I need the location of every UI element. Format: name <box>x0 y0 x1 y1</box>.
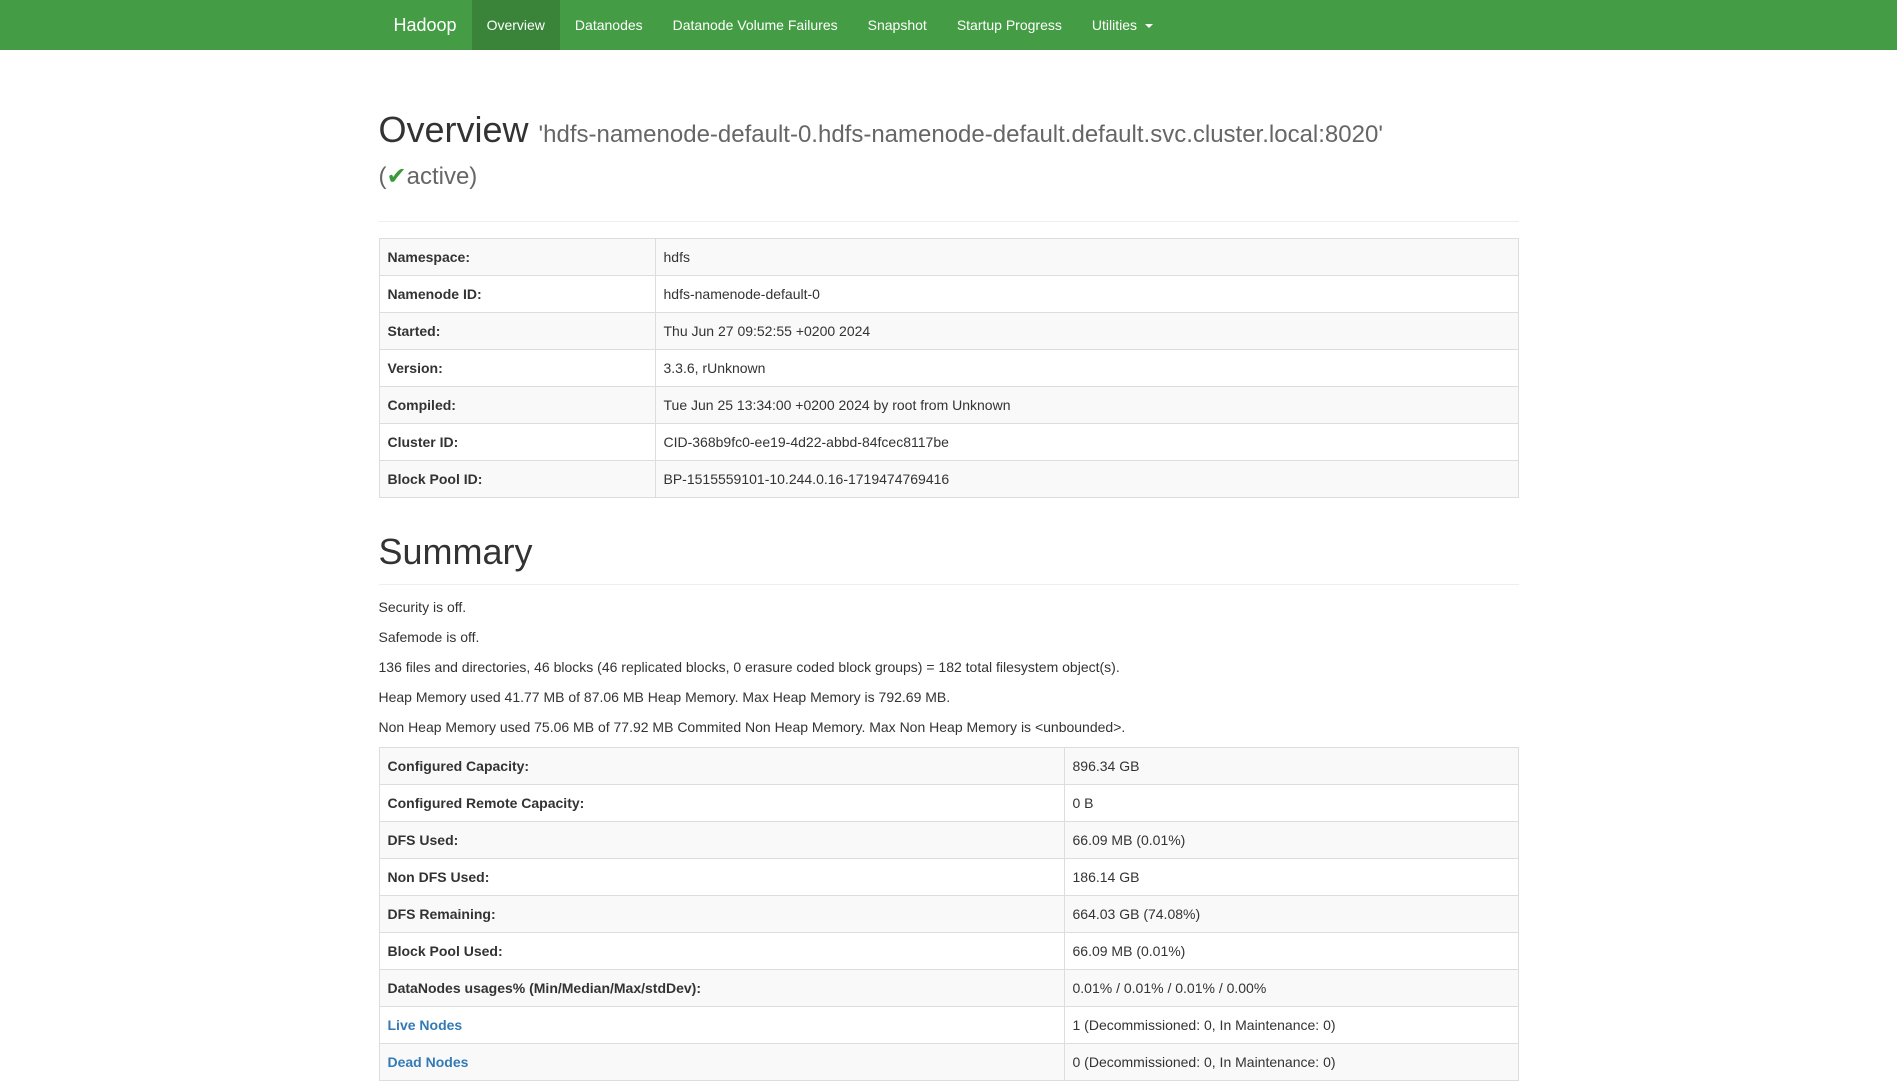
summary-table-row: Non DFS Used:186.14 GB <box>379 858 1518 895</box>
overview-row-value: CID-368b9fc0-ee19-4d22-abbd-84fcec8117be <box>655 424 1518 461</box>
overview-table-row: Namespace:hdfs <box>379 239 1518 276</box>
summary-paragraph: Non Heap Memory used 75.06 MB of 77.92 M… <box>379 717 1519 737</box>
active-check-icon: ✔ <box>387 163 407 190</box>
state-open-paren: ( <box>379 163 387 190</box>
dead-nodes-link[interactable]: Dead Nodes <box>388 1054 469 1070</box>
overview-table-row: Block Pool ID:BP-1515559101-10.244.0.16-… <box>379 461 1518 498</box>
nav-item-overview: Overview <box>472 0 560 50</box>
overview-row-value: 3.3.6, rUnknown <box>655 350 1518 387</box>
overview-row-label: Started: <box>379 313 655 350</box>
overview-table-row: Namenode ID:hdfs-namenode-default-0 <box>379 276 1518 313</box>
summary-row-value: 0.01% / 0.01% / 0.01% / 0.00% <box>1064 969 1518 1006</box>
summary-paragraph: Safemode is off. <box>379 627 1519 647</box>
caret-down-icon <box>1145 24 1153 28</box>
namenode-state: (✔active) <box>379 163 478 190</box>
summary-row-value: 66.09 MB (0.01%) <box>1064 821 1518 858</box>
nav-link-utilities[interactable]: Utilities <box>1077 0 1168 50</box>
summary-table-row: DataNodes usages% (Min/Median/Max/stdDev… <box>379 969 1518 1006</box>
summary-row-label: DFS Remaining: <box>379 895 1064 932</box>
header-divider <box>379 221 1519 222</box>
overview-table-row: Compiled:Tue Jun 25 13:34:00 +0200 2024 … <box>379 387 1518 424</box>
nav-link-datanode-volume-failures[interactable]: Datanode Volume Failures <box>658 0 853 50</box>
summary-table-body: Configured Capacity:896.34 GBConfigured … <box>379 747 1518 1080</box>
overview-table: Namespace:hdfsNamenode ID:hdfs-namenode-… <box>379 238 1519 498</box>
summary-row-label: Non DFS Used: <box>379 858 1064 895</box>
overview-table-row: Cluster ID:CID-368b9fc0-ee19-4d22-abbd-8… <box>379 424 1518 461</box>
summary-row-value: 0 B <box>1064 784 1518 821</box>
overview-row-label: Compiled: <box>379 387 655 424</box>
summary-row-value: 66.09 MB (0.01%) <box>1064 932 1518 969</box>
summary-table-row: Configured Capacity:896.34 GB <box>379 747 1518 784</box>
summary-table-row: Live Nodes 1 (Decommissioned: 0, In Maint… <box>379 1006 1518 1043</box>
summary-row-label: Configured Remote Capacity: <box>379 784 1064 821</box>
overview-row-value: hdfs <box>655 239 1518 276</box>
overview-row-label: Namenode ID: <box>379 276 655 313</box>
overview-table-row: Started:Thu Jun 27 09:52:55 +0200 2024 <box>379 313 1518 350</box>
overview-row-value: Thu Jun 27 09:52:55 +0200 2024 <box>655 313 1518 350</box>
summary-table-row: DFS Remaining:664.03 GB (74.08%) <box>379 895 1518 932</box>
summary-row-label: Dead Nodes <box>379 1043 1064 1080</box>
summary-divider <box>379 584 1519 585</box>
nav-link-snapshot[interactable]: Snapshot <box>853 0 942 50</box>
nav-item-datanode-volume-failures: Datanode Volume Failures <box>658 0 853 50</box>
summary-row-value: 896.34 GB <box>1064 747 1518 784</box>
summary-row-label: DataNodes usages% (Min/Median/Max/stdDev… <box>379 969 1064 1006</box>
overview-row-value: Tue Jun 25 13:34:00 +0200 2024 by root f… <box>655 387 1518 424</box>
overview-row-label: Namespace: <box>379 239 655 276</box>
summary-row-value: 664.03 GB (74.08%) <box>1064 895 1518 932</box>
summary-row-label: Block Pool Used: <box>379 932 1064 969</box>
navbar-inner: Hadoop OverviewDatanodesDatanode Volume … <box>364 0 1534 50</box>
page-header: Overview 'hdfs-namenode-default-0.hdfs-n… <box>379 110 1519 193</box>
state-label: active) <box>407 163 478 190</box>
brand-hadoop[interactable]: Hadoop <box>379 0 472 50</box>
namenode-address: 'hdfs-namenode-default-0.hdfs-namenode-d… <box>539 121 1383 148</box>
summary-row-value: 0 (Decommissioned: 0, In Maintenance: 0) <box>1064 1043 1518 1080</box>
summary-table-row: DFS Used:66.09 MB (0.01%) <box>379 821 1518 858</box>
summary-table: Configured Capacity:896.34 GBConfigured … <box>379 747 1519 1081</box>
overview-row-value: hdfs-namenode-default-0 <box>655 276 1518 313</box>
nav-link-overview[interactable]: Overview <box>472 0 560 50</box>
summary-paragraph: 136 files and directories, 46 blocks (46… <box>379 657 1519 677</box>
summary-row-label: DFS Used: <box>379 821 1064 858</box>
summary-paragraphs: Security is off. Safemode is off. 136 file… <box>379 597 1519 737</box>
summary-paragraph: Heap Memory used 41.77 MB of 87.06 MB He… <box>379 687 1519 707</box>
nav-link-startup-progress[interactable]: Startup Progress <box>942 0 1077 50</box>
summary-table-row: Block Pool Used:66.09 MB (0.01%) <box>379 932 1518 969</box>
navbar-menu: OverviewDatanodesDatanode Volume Failure… <box>472 0 1168 50</box>
page-title-text: Overview <box>379 109 529 150</box>
summary-row-label: Live Nodes <box>379 1006 1064 1043</box>
overview-row-label: Cluster ID: <box>379 424 655 461</box>
overview-row-label: Block Pool ID: <box>379 461 655 498</box>
summary-paragraph: Security is off. <box>379 597 1519 617</box>
overview-table-body: Namespace:hdfsNamenode ID:hdfs-namenode-… <box>379 239 1518 498</box>
summary-table-row: Dead Nodes 0 (Decommissioned: 0, In Maint… <box>379 1043 1518 1080</box>
summary-row-label: Configured Capacity: <box>379 747 1064 784</box>
summary-table-row: Configured Remote Capacity:0 B <box>379 784 1518 821</box>
nav-item-snapshot: Snapshot <box>853 0 942 50</box>
nav-item-datanodes: Datanodes <box>560 0 658 50</box>
nav-item-utilities: Utilities <box>1077 0 1168 50</box>
nav-link-datanodes[interactable]: Datanodes <box>560 0 658 50</box>
summary-row-value: 1 (Decommissioned: 0, In Maintenance: 0) <box>1064 1006 1518 1043</box>
main-content: Overview 'hdfs-namenode-default-0.hdfs-n… <box>364 110 1534 1081</box>
live-nodes-link[interactable]: Live Nodes <box>388 1017 463 1033</box>
nav-item-startup-progress: Startup Progress <box>942 0 1077 50</box>
navbar: Hadoop OverviewDatanodesDatanode Volume … <box>0 0 1897 50</box>
summary-title: Summary <box>379 532 1519 572</box>
page-subtitle: 'hdfs-namenode-default-0.hdfs-namenode-d… <box>379 121 1383 190</box>
summary-row-value: 186.14 GB <box>1064 858 1518 895</box>
overview-table-row: Version:3.3.6, rUnknown <box>379 350 1518 387</box>
overview-row-label: Version: <box>379 350 655 387</box>
overview-row-value: BP-1515559101-10.244.0.16-1719474769416 <box>655 461 1518 498</box>
